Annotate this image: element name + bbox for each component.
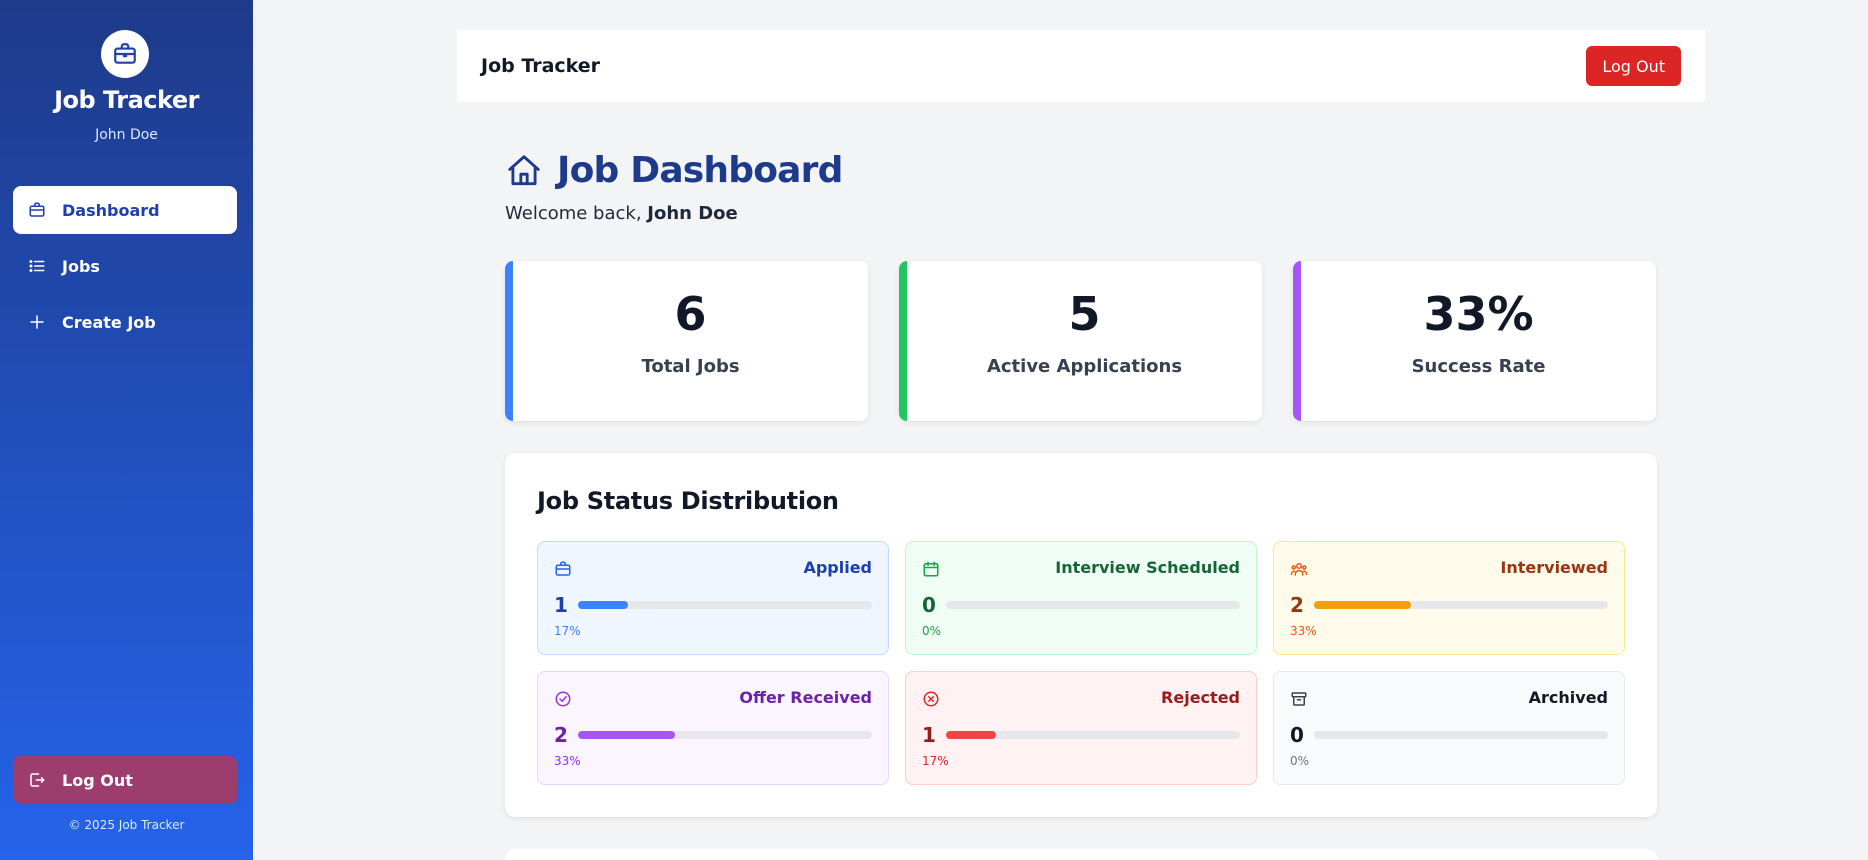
stat-accent <box>505 261 513 421</box>
status-count: 1 <box>922 723 936 747</box>
sidebar-brand: Job Tracker <box>54 86 199 114</box>
home-icon <box>505 152 543 190</box>
status-progress-track <box>946 731 1240 739</box>
sidebar-item-dashboard[interactable]: Dashboard <box>13 186 237 234</box>
status-progress-track <box>1314 601 1608 609</box>
status-percent: 0% <box>922 624 942 638</box>
page-heading: Job Dashboard <box>505 150 843 191</box>
status-count: 0 <box>922 593 936 617</box>
status-percent: 33% <box>554 754 581 768</box>
stat-label: Active Applications <box>986 356 1183 377</box>
status-percent: 17% <box>922 754 949 768</box>
sidebar-item-jobs[interactable]: Jobs <box>13 242 237 290</box>
welcome-user-name: John Doe <box>647 203 738 224</box>
sidebar-item-label: Jobs <box>62 256 100 276</box>
status-label: Rejected <box>1161 688 1240 707</box>
briefcase-icon <box>114 43 136 64</box>
status-percent: 33% <box>1290 624 1317 638</box>
stat-accent <box>1293 261 1301 421</box>
welcome-text: Welcome back, John Doe <box>505 203 738 224</box>
status-card-interview-scheduled[interactable]: Interview Scheduled 0 0% <box>905 541 1257 655</box>
status-progress-fill <box>578 601 628 609</box>
sidebar-user-name: John Doe <box>95 127 158 143</box>
status-count: 2 <box>554 723 568 747</box>
status-percent: 0% <box>1290 754 1310 768</box>
stat-accent <box>899 261 907 421</box>
stat-card-success-rate: 33% Success Rate <box>1293 261 1656 421</box>
status-label: Applied <box>803 558 872 577</box>
status-progress-track <box>946 601 1240 609</box>
app-logo <box>101 30 149 78</box>
status-label: Interview Scheduled <box>1055 558 1240 577</box>
status-count: 1 <box>554 593 568 617</box>
x-circle-icon <box>922 690 940 708</box>
sidebar-item-label: Dashboard <box>62 200 160 220</box>
status-card-applied[interactable]: Applied 1 17% <box>537 541 889 655</box>
stat-value: 6 <box>674 287 707 341</box>
sidebar-logout-label: Log Out <box>62 770 133 790</box>
plus-icon <box>28 313 46 331</box>
sidebar-logout-button[interactable]: Log Out <box>13 756 237 804</box>
status-count: 0 <box>1290 723 1304 747</box>
sidebar-item-create-job[interactable]: Create Job <box>13 298 237 346</box>
stat-label: Success Rate <box>1411 356 1546 377</box>
status-progress-track <box>578 601 872 609</box>
status-count: 2 <box>1290 593 1304 617</box>
logout-icon <box>28 771 46 789</box>
status-label: Interviewed <box>1500 558 1608 577</box>
distribution-title: Job Status Distribution <box>537 487 839 515</box>
next-panel <box>505 849 1657 860</box>
stat-value: 5 <box>1068 287 1101 341</box>
status-progress-fill <box>946 731 996 739</box>
status-label: Offer Received <box>739 688 872 707</box>
status-distribution-panel: Job Status Distribution Applied 1 17% In… <box>505 453 1657 817</box>
status-card-archived[interactable]: Archived 0 0% <box>1273 671 1625 785</box>
briefcase-icon <box>554 560 572 578</box>
logout-button[interactable]: Log Out <box>1586 46 1681 86</box>
status-label: Archived <box>1528 688 1608 707</box>
stat-card-total-jobs: 6 Total Jobs <box>505 261 868 421</box>
top-bar: Job Tracker Log Out <box>457 30 1705 102</box>
status-progress-track <box>1314 731 1608 739</box>
status-card-rejected[interactable]: Rejected 1 17% <box>905 671 1257 785</box>
sidebar: Job Tracker John Doe Dashboard Jobs Crea… <box>0 0 253 860</box>
users-icon <box>1290 560 1308 578</box>
stat-card-active-applications: 5 Active Applications <box>899 261 1262 421</box>
sidebar-item-label: Create Job <box>62 312 156 332</box>
check-circle-icon <box>554 690 572 708</box>
briefcase-icon <box>28 201 46 219</box>
status-card-interviewed[interactable]: Interviewed 2 33% <box>1273 541 1625 655</box>
page-title: Job Dashboard <box>557 150 843 191</box>
status-percent: 17% <box>554 624 581 638</box>
stat-label: Total Jobs <box>641 356 740 377</box>
topbar-title: Job Tracker <box>481 55 601 77</box>
status-progress-track <box>578 731 872 739</box>
calendar-icon <box>922 560 940 578</box>
copyright: © 2025 Job Tracker <box>68 818 185 832</box>
list-icon <box>28 257 46 275</box>
status-progress-fill <box>1314 601 1412 609</box>
status-card-offer-received[interactable]: Offer Received 2 33% <box>537 671 889 785</box>
archive-icon <box>1290 690 1308 708</box>
stat-value: 33% <box>1423 287 1534 341</box>
status-progress-fill <box>578 731 676 739</box>
welcome-prefix: Welcome back, <box>505 203 648 224</box>
